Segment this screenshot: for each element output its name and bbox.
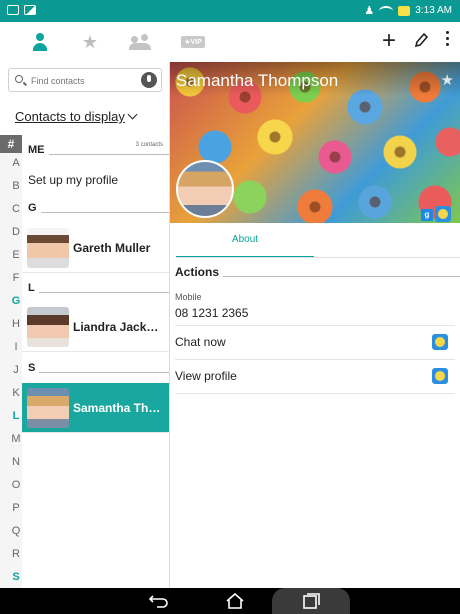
section-divider	[48, 153, 169, 155]
battery-icon	[398, 5, 411, 16]
alpha-index-letter[interactable]: N	[10, 456, 22, 468]
section-header-g: G	[28, 202, 169, 214]
search-input[interactable]	[31, 73, 141, 89]
contact-row-samantha[interactable]: Samantha Th…	[22, 383, 169, 433]
alpha-index-letter[interactable]: Q	[10, 525, 22, 537]
alphabet-index: # A B C D E F G H I J K L M N O P Q R S	[0, 135, 22, 588]
chat-app-icon[interactable]	[432, 334, 448, 350]
vip-badge: ★VIP	[181, 36, 205, 48]
alpha-index-letter[interactable]: O	[10, 479, 22, 491]
home-icon[interactable]	[223, 592, 247, 610]
alpha-index-letter[interactable]: R	[10, 548, 22, 560]
recent-apps-icon[interactable]	[300, 592, 324, 610]
tab-contacts[interactable]	[20, 28, 60, 56]
person-icon	[30, 32, 50, 52]
tab-about[interactable]: About	[176, 234, 314, 258]
alpha-index-letter[interactable]: K	[10, 387, 22, 399]
navigation-bar	[0, 588, 460, 614]
microphone-icon[interactable]	[141, 72, 157, 88]
mobile-label: Mobile	[175, 292, 202, 302]
chat-app-icon[interactable]	[432, 368, 448, 384]
section-divider	[223, 275, 460, 277]
tab-vip[interactable]: ★VIP	[173, 28, 213, 56]
chat-app-icon	[435, 206, 451, 222]
wifi-icon	[379, 5, 394, 16]
avatar	[27, 388, 69, 428]
status-bar: ♟ 3:13 AM	[0, 0, 460, 22]
section-divider	[39, 371, 169, 373]
contact-name: Liandra Jack…	[73, 320, 159, 334]
star-icon: ★	[81, 32, 99, 52]
actions-header: Actions	[175, 265, 460, 279]
row-divider	[175, 393, 455, 394]
chevron-down-icon	[127, 109, 138, 120]
row-divider	[175, 325, 455, 326]
alpha-index-letter[interactable]: J	[10, 364, 22, 376]
contacts-to-display-dropdown[interactable]: Contacts to display	[15, 109, 138, 124]
contact-name: Gareth Muller	[73, 241, 151, 255]
mobile-number[interactable]: 08 1231 2365	[175, 306, 248, 320]
alpha-index-letter[interactable]: F	[10, 272, 22, 284]
section-header-label: ME	[28, 144, 45, 156]
contact-row-gareth[interactable]: Gareth Muller	[22, 223, 169, 273]
contact-row-liandra[interactable]: Liandra Jack…	[22, 302, 169, 352]
notification-icon	[7, 5, 19, 15]
section-header-label: L	[28, 282, 35, 294]
section-divider	[40, 211, 169, 213]
back-icon[interactable]	[147, 592, 171, 610]
more-vert-icon[interactable]	[446, 31, 449, 46]
alpha-index-letter[interactable]: E	[10, 249, 22, 261]
location-icon: ♟	[364, 5, 375, 17]
tab-favorites[interactable]: ★	[70, 28, 110, 56]
alpha-index-letter[interactable]: A	[10, 157, 22, 169]
image-notification-icon	[24, 5, 36, 15]
favorite-star-icon[interactable]: ★	[441, 71, 454, 89]
alpha-index-letter[interactable]: C	[10, 203, 22, 215]
alpha-index-letter[interactable]: L	[10, 410, 22, 422]
alpha-index-letter[interactable]: B	[10, 180, 22, 192]
setup-profile-row[interactable]: Set up my profile	[28, 173, 118, 187]
tab-divider	[176, 257, 460, 258]
plus-icon[interactable]: +	[382, 29, 396, 53]
section-header-l: L	[28, 282, 169, 294]
alpha-index-hash[interactable]: #	[0, 135, 22, 153]
contact-list: ME 3 contacts Set up my profile G Gareth…	[22, 135, 169, 588]
alpha-index-letter[interactable]: I	[10, 341, 22, 353]
tab-groups[interactable]	[120, 28, 160, 56]
section-header-label: S	[28, 362, 36, 374]
section-divider	[38, 291, 169, 293]
section-header-s: S	[28, 362, 169, 374]
google-account-icon: g	[421, 209, 433, 221]
search-box[interactable]	[8, 68, 162, 92]
contacts-to-display-label: Contacts to display	[15, 109, 125, 124]
avatar	[27, 307, 69, 347]
profile-photo[interactable]	[176, 160, 234, 218]
contact-count: 3 contacts	[135, 142, 163, 148]
status-time: 3:13 AM	[415, 5, 452, 16]
pencil-icon[interactable]	[414, 32, 429, 53]
section-header-label: G	[28, 202, 37, 214]
cover-photo: Samantha Thompson ★ g	[170, 62, 460, 223]
actions-header-label: Actions	[175, 265, 220, 279]
alpha-index-letter[interactable]: S	[10, 571, 22, 583]
search-icon	[15, 75, 23, 83]
contacts-panel: Contacts to display # A B C D E F G H I …	[0, 62, 170, 588]
row-divider	[175, 359, 455, 360]
view-profile-row[interactable]: View profile	[175, 369, 237, 383]
avatar	[27, 228, 69, 268]
contact-detail-panel: Samantha Thompson ★ g About Actions Mobi…	[170, 62, 460, 588]
alpha-index-letter[interactable]: G	[10, 295, 22, 307]
section-header-me: ME 3 contacts	[28, 142, 169, 156]
group-icon	[129, 34, 151, 50]
contact-name: Samantha Th…	[73, 401, 161, 415]
alpha-index-letter[interactable]: D	[10, 226, 22, 238]
alpha-index-letter[interactable]: H	[10, 318, 22, 330]
tab-about-label: About	[231, 234, 259, 245]
alpha-index-letter[interactable]: P	[10, 502, 22, 514]
chat-now-row[interactable]: Chat now	[175, 335, 226, 349]
alpha-index-letter[interactable]: M	[10, 433, 22, 445]
contact-detail-name: Samantha Thompson	[176, 71, 339, 90]
